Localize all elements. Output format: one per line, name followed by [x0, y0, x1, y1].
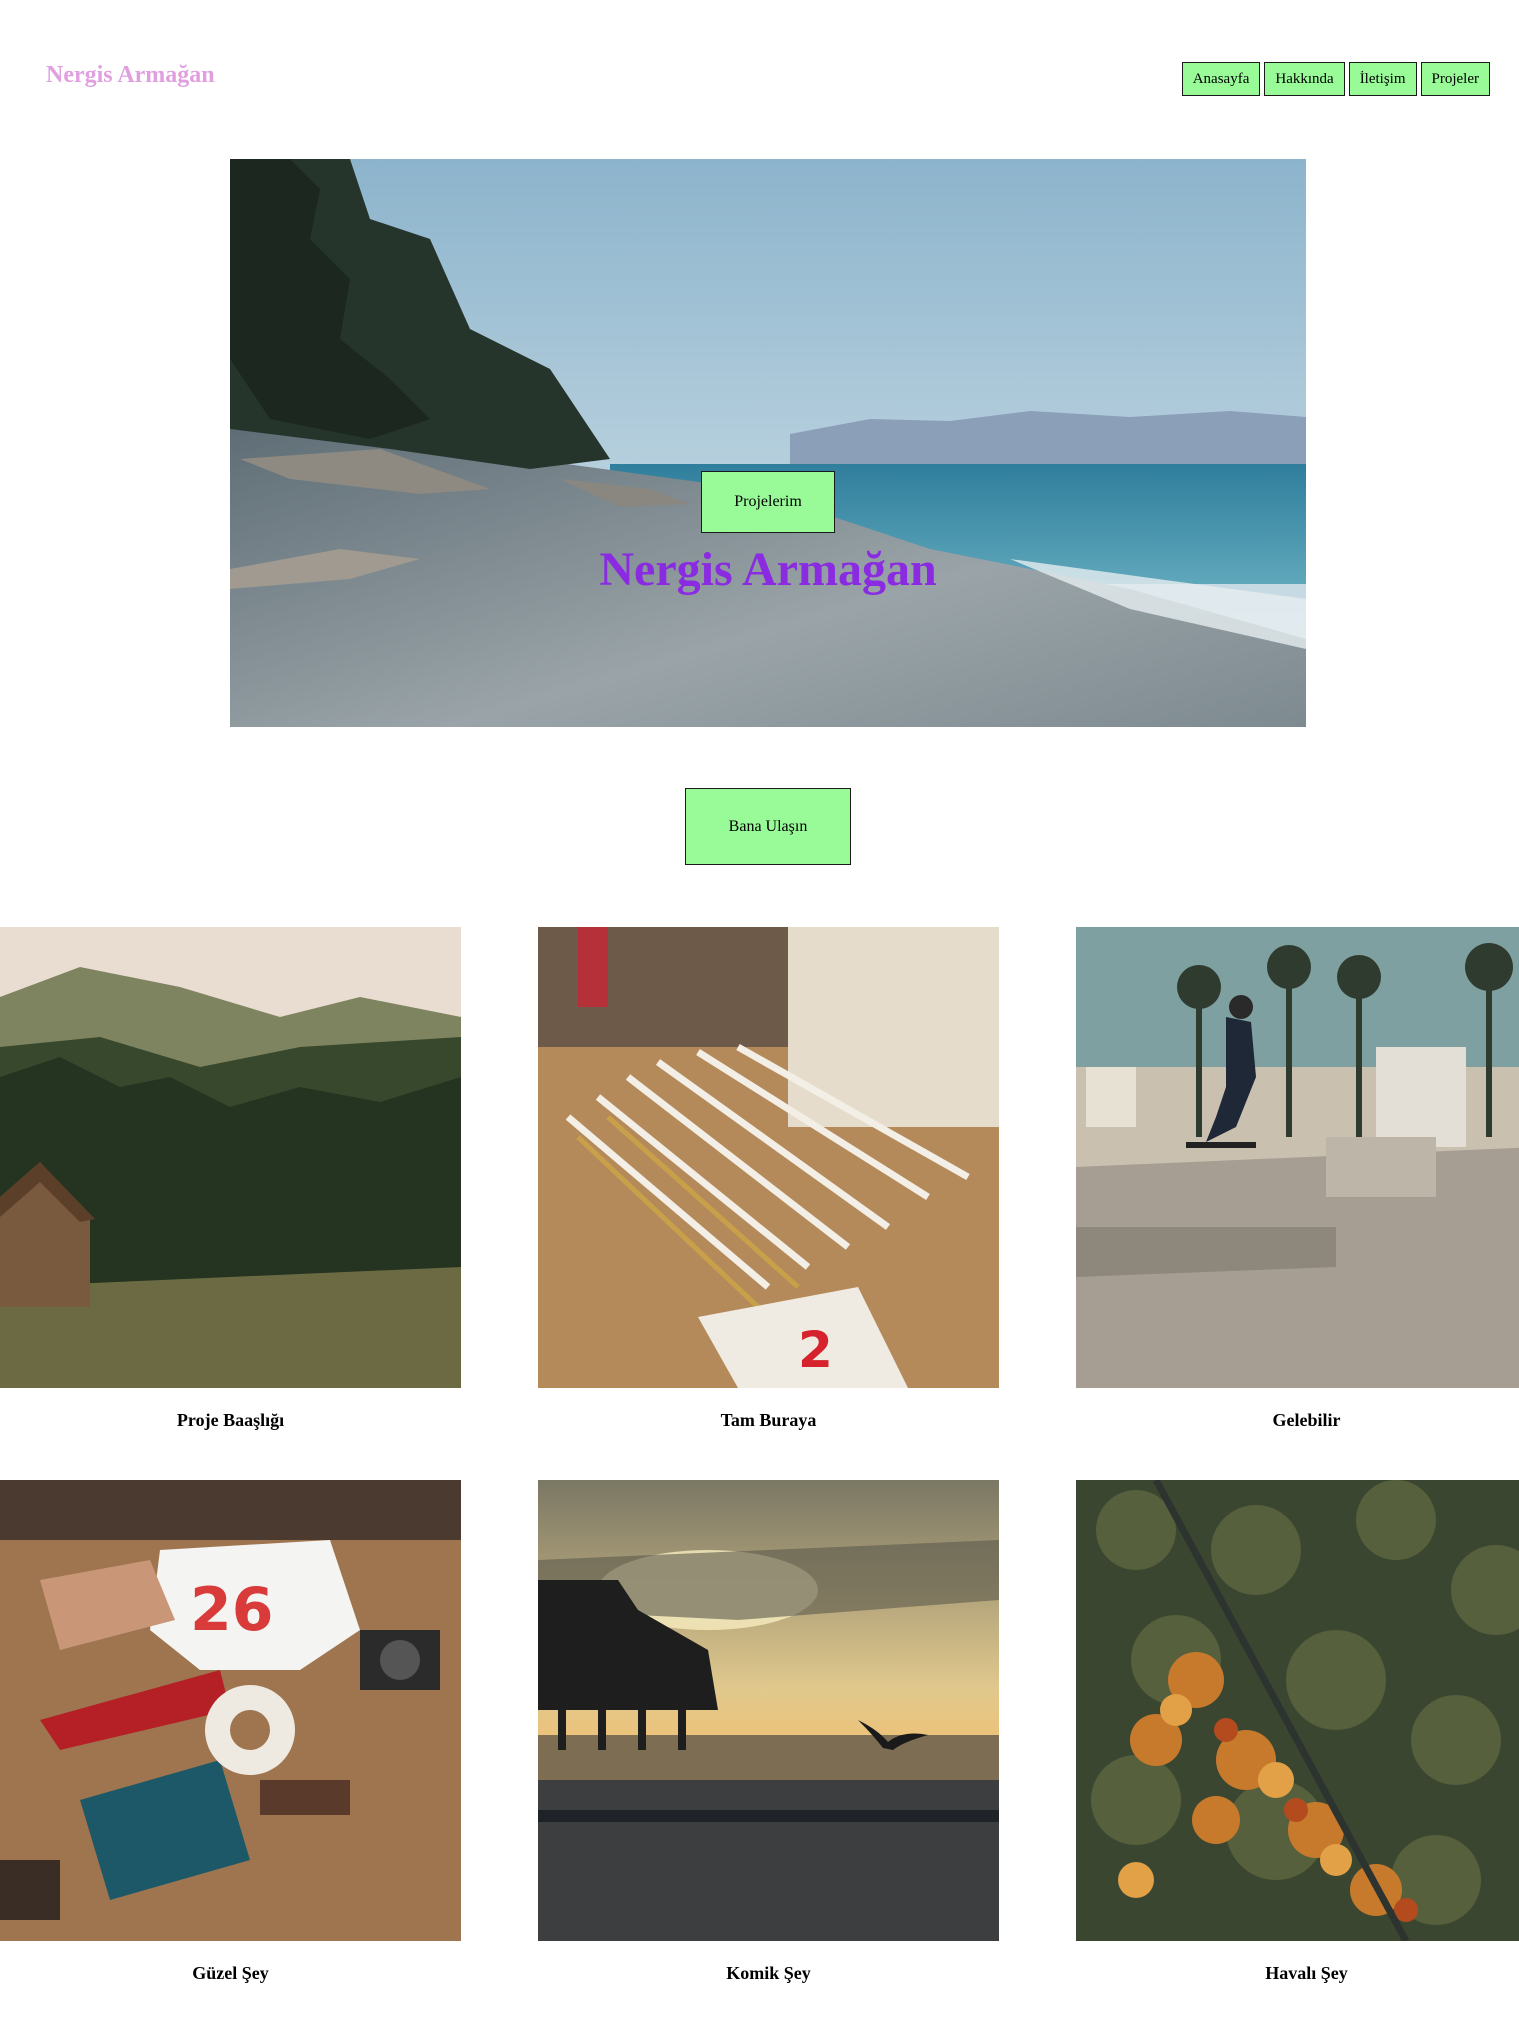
project-title: Havalı Şey	[1265, 1963, 1348, 1983]
project-card[interactable]: 26 Güzel Şey	[0, 1480, 461, 1984]
project-image-skater	[1076, 927, 1519, 1388]
nav-anasayfa-button[interactable]: Anasayfa	[1181, 62, 1261, 96]
project-card[interactable]: Komik Şey	[538, 1480, 999, 1984]
nav-iletisim-button[interactable]: İletişim	[1348, 62, 1417, 96]
contact-button[interactable]: Bana Ulaşın	[685, 788, 851, 865]
svg-text:2: 2	[798, 1321, 833, 1379]
project-title: Gelebilir	[1272, 1410, 1341, 1430]
projects-button[interactable]: Projelerim	[701, 471, 835, 533]
hero-banner: Nergis Armağan Projelerim	[230, 159, 1306, 727]
nav-projeler-button[interactable]: Projeler	[1420, 62, 1490, 96]
hero-title: Nergis Armağan	[599, 543, 937, 596]
project-title: Proje Baaşlığı	[176, 1410, 285, 1430]
project-title: Tam Buraya	[720, 1410, 817, 1430]
hero-beach-image	[230, 159, 1306, 727]
site-header: Nergis Armağan Anasayfa Hakkında İletişi…	[0, 0, 1519, 140]
nav-hakkinda-button[interactable]: Hakkında	[1264, 62, 1345, 96]
project-image-desk: 26	[0, 1480, 461, 1941]
project-title: Güzel Şey	[192, 1963, 269, 1983]
svg-text:26: 26	[190, 1575, 274, 1645]
project-image-pier-sunset	[538, 1480, 999, 1941]
main-nav: Anasayfa Hakkında İletişim Projeler	[1181, 62, 1490, 96]
project-card[interactable]: 2 Tam Buraya	[538, 927, 999, 1431]
project-image-cabin	[0, 927, 461, 1388]
project-image-rulers: 2	[538, 927, 999, 1388]
project-title: Komik Şey	[726, 1963, 811, 1983]
site-logo[interactable]: Nergis Armağan	[46, 62, 215, 89]
project-image-autumn-forest	[1076, 1480, 1519, 1941]
project-card[interactable]: Proje Baaşlığı	[0, 927, 461, 1431]
project-card[interactable]: Havalı Şey	[1076, 1480, 1519, 1984]
project-card[interactable]: Gelebilir	[1076, 927, 1519, 1431]
